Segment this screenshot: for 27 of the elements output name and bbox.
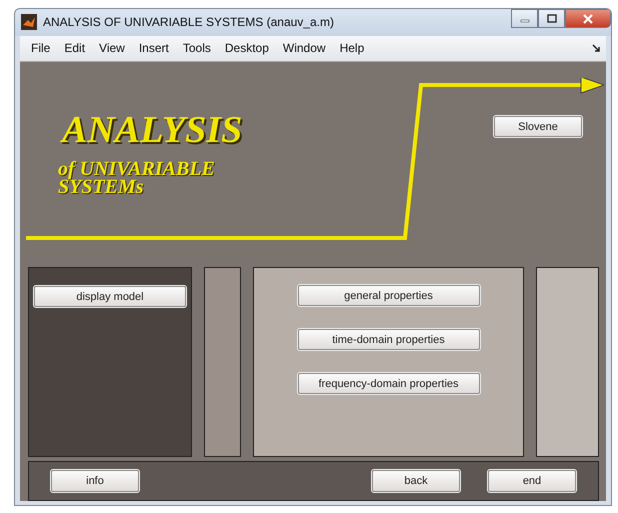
window-title: ANALYSIS OF UNIVARIABLE SYSTEMS (anauv_a.m) — [43, 15, 334, 30]
menu-item[interactable]: Window — [276, 41, 333, 56]
action-button[interactable]: general properties — [298, 285, 480, 306]
menu-item[interactable]: View — [92, 41, 132, 56]
app-subtitle: SYSTEMs — [58, 178, 145, 196]
maximize-icon — [546, 14, 556, 23]
menu-item[interactable]: Desktop — [218, 41, 276, 56]
menu-item[interactable]: Insert — [132, 41, 176, 56]
action-button[interactable]: end — [488, 470, 576, 492]
action-button[interactable]: frequency-domain properties — [298, 373, 480, 394]
close-icon — [582, 14, 594, 24]
app-title: ANALYSIS — [62, 108, 242, 152]
language-button[interactable]: Slovene — [494, 116, 582, 137]
action-button[interactable]: back — [372, 470, 460, 492]
action-button[interactable]: display model — [34, 286, 186, 307]
minimize-button[interactable] — [511, 9, 538, 28]
menu-item[interactable]: Tools — [176, 41, 218, 56]
menu-item[interactable]: Edit — [57, 41, 92, 56]
menu-item[interactable]: Help — [332, 41, 372, 56]
menu-item[interactable]: File — [24, 41, 58, 56]
close-button[interactable] — [565, 9, 611, 28]
maximize-button[interactable] — [538, 9, 565, 28]
dock-arrow-icon[interactable] — [592, 44, 600, 52]
app-icon — [21, 14, 37, 30]
app-subtitle: of UNIVARIABLE — [58, 160, 215, 178]
action-button[interactable]: time-domain properties — [298, 329, 480, 350]
action-button[interactable]: info — [51, 470, 139, 492]
